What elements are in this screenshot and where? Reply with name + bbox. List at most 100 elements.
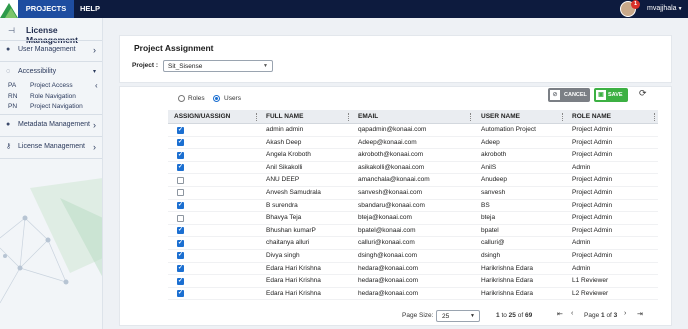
next-page-icon[interactable]: ›	[624, 310, 626, 317]
cell-email: qapadmin@konaai.com	[358, 126, 427, 133]
assign-checkbox[interactable]	[177, 151, 184, 159]
table-row[interactable]: Anvesh Samudrala sanvesh@konaai.com sanves…	[168, 187, 658, 200]
assign-checkbox[interactable]	[177, 264, 184, 273]
assign-checkbox[interactable]	[177, 226, 184, 235]
cell-email: calluri@konaai.com	[358, 239, 415, 247]
column-resize-handle[interactable]	[348, 113, 349, 121]
pin-icon[interactable]: ⊣	[8, 26, 15, 35]
table-row[interactable]: Edara Hari Krishna hedara@konaai.com Harik…	[168, 275, 658, 288]
sidebar-item-accessibility[interactable]: ◌ Accessibility ▾	[0, 62, 102, 82]
sidebar-subitem-role-navigation[interactable]: RN Role Navigation	[0, 92, 102, 102]
cell-role: Project Admin	[572, 188, 613, 196]
save-button[interactable]: ▣ SAVE	[594, 88, 628, 102]
table-row[interactable]: Bhushan kumarP bpatel@konaai.com bpatel Pro…	[168, 225, 658, 238]
cell-user: BS	[481, 201, 490, 209]
column-header-role-name[interactable]: ROLE NAME	[572, 110, 611, 124]
sidebar-subitem-project-navigation[interactable]: PN Project Navigation	[0, 102, 102, 112]
first-page-icon[interactable]: ⇤	[557, 310, 563, 318]
subitem-label: Role Navigation	[30, 93, 76, 100]
table-body: admin admin qapadmin@konaai.com Automation…	[168, 124, 658, 301]
radio-roles[interactable]	[178, 95, 185, 102]
table-row[interactable]: Anil Sikakolli asikakolli@konaai.com AnilS…	[168, 162, 658, 175]
table-row[interactable]: Bhavya Teja bteja@konaai.com bteja Project …	[168, 212, 658, 225]
sidebar-item-label: License Management	[18, 143, 85, 150]
cell-email: asikakolli@konaai.com	[358, 163, 425, 171]
nav-projects[interactable]: PROJECTS	[18, 0, 74, 18]
cell-role: Project Admin	[572, 126, 613, 133]
column-header-email[interactable]: EMAIL	[358, 110, 378, 124]
notification-badge[interactable]: 1	[631, 0, 640, 9]
app-logo-icon[interactable]	[0, 0, 18, 18]
column-header-label: USER NAME	[481, 113, 521, 120]
cell-name: Edara Hari Krishna	[266, 289, 321, 297]
assign-checkbox[interactable]	[177, 126, 184, 134]
column-header-full-name[interactable]: FULL NAME	[266, 110, 303, 124]
assign-checkbox[interactable]	[177, 251, 184, 260]
table-row[interactable]: Edara Hari Krishna hedara@konaai.com Harik…	[168, 288, 658, 301]
username-label: mvajjhala	[647, 5, 677, 12]
cell-email: dsingh@konaai.com	[358, 251, 417, 259]
table-row[interactable]: B surendra sbandaru@konaai.com BS Project A…	[168, 200, 658, 213]
table-row[interactable]: Akash Deep Adeep@konaai.com Adeep Project A…	[168, 137, 658, 150]
refresh-icon[interactable]: ⟳	[639, 88, 647, 99]
subitem-code: RN	[8, 93, 18, 100]
last-page-icon[interactable]: ⇥	[637, 310, 643, 318]
sidebar-header: ⊣ License Management	[0, 22, 102, 45]
radio-users[interactable]	[213, 95, 220, 102]
range-to-word: to	[501, 312, 507, 319]
project-select[interactable]: Sit_Sisense ▼	[163, 60, 273, 72]
column-header-assign[interactable]: ASSIGN/UASSIGN	[174, 110, 230, 124]
subitem-label: Project Access	[30, 82, 73, 89]
assignment-table-card: Roles Users ⊘ CANCEL ▣ SAVE ⟳ ASSIGN/UAS…	[119, 86, 672, 326]
cell-role: Admin	[572, 239, 591, 247]
cell-name: Bhavya Teja	[266, 214, 302, 222]
cancel-button[interactable]: ⊘ CANCEL	[548, 88, 590, 102]
cancel-button-label: CANCEL	[564, 92, 587, 98]
column-resize-handle[interactable]	[654, 113, 655, 121]
assign-checkbox[interactable]	[177, 138, 184, 147]
user-menu[interactable]: mvajjhala▼	[647, 0, 683, 18]
cell-email: hedara@konaai.com	[358, 289, 419, 297]
cell-user: dsingh	[481, 251, 501, 259]
save-button-label: SAVE	[608, 92, 623, 98]
assign-checkbox[interactable]	[177, 214, 184, 222]
page-size-select[interactable]: 25 ▼	[436, 310, 480, 322]
assign-checkbox[interactable]	[177, 163, 184, 172]
range-to: 25	[508, 312, 516, 319]
table-row[interactable]: Divya singh dsingh@konaai.com dsingh Projec…	[168, 250, 658, 263]
record-total: 69	[524, 312, 533, 319]
table-row[interactable]: Edara Hari Krishna hedara@konaai.com Harik…	[168, 263, 658, 276]
assign-checkbox[interactable]	[177, 189, 184, 197]
radio-roles-label: Roles	[188, 95, 205, 102]
assign-checkbox[interactable]	[177, 289, 184, 298]
table-row[interactable]: admin admin qapadmin@konaai.com Automation…	[168, 124, 658, 137]
sidebar-item-metadata-management[interactable]: ● Metadata Management ›	[0, 115, 102, 135]
nav-help[interactable]: HELP	[74, 0, 106, 18]
sidebar-item-user-management[interactable]: ● User Management ›	[0, 40, 102, 60]
cell-role: Project Admin	[572, 151, 613, 159]
assign-checkbox[interactable]	[177, 201, 184, 210]
cell-name: Akash Deep	[266, 138, 302, 146]
column-resize-handle[interactable]	[256, 113, 257, 121]
table-row[interactable]: Angela Kroboth akroboth@konaai.com akrobot…	[168, 149, 658, 162]
record-range: 1 to 25 of 69	[496, 312, 532, 319]
column-header-label: ROLE NAME	[572, 113, 611, 120]
column-resize-handle[interactable]	[562, 113, 563, 121]
chevron-down-icon: ▾	[92, 69, 96, 75]
assign-checkbox[interactable]	[177, 239, 184, 247]
chevron-right-icon: ›	[93, 120, 96, 130]
chevron-right-icon: ›	[93, 142, 96, 152]
table-row[interactable]: ANU DEEP amanchala@konaai.com Anudeep Proje…	[168, 174, 658, 187]
assign-checkbox[interactable]	[177, 176, 184, 184]
cell-email: sbandaru@konaai.com	[358, 201, 425, 209]
column-header-user-name[interactable]: USER NAME	[481, 110, 520, 124]
column-resize-handle[interactable]	[470, 113, 471, 121]
cell-name: B surendra	[266, 201, 298, 209]
sidebar-item-label: User Management	[18, 46, 76, 53]
sidebar-item-license-management[interactable]: ⚷ License Management ›	[0, 137, 102, 157]
cell-user: Harikrishna Edara	[481, 264, 534, 272]
assign-checkbox[interactable]	[177, 277, 184, 285]
previous-page-icon[interactable]: ‹	[571, 310, 573, 317]
table-row[interactable]: chaitanya alluri calluri@konaai.com callur…	[168, 237, 658, 250]
sidebar-subitem-project-access[interactable]: PA Project Access ‹	[0, 81, 102, 91]
